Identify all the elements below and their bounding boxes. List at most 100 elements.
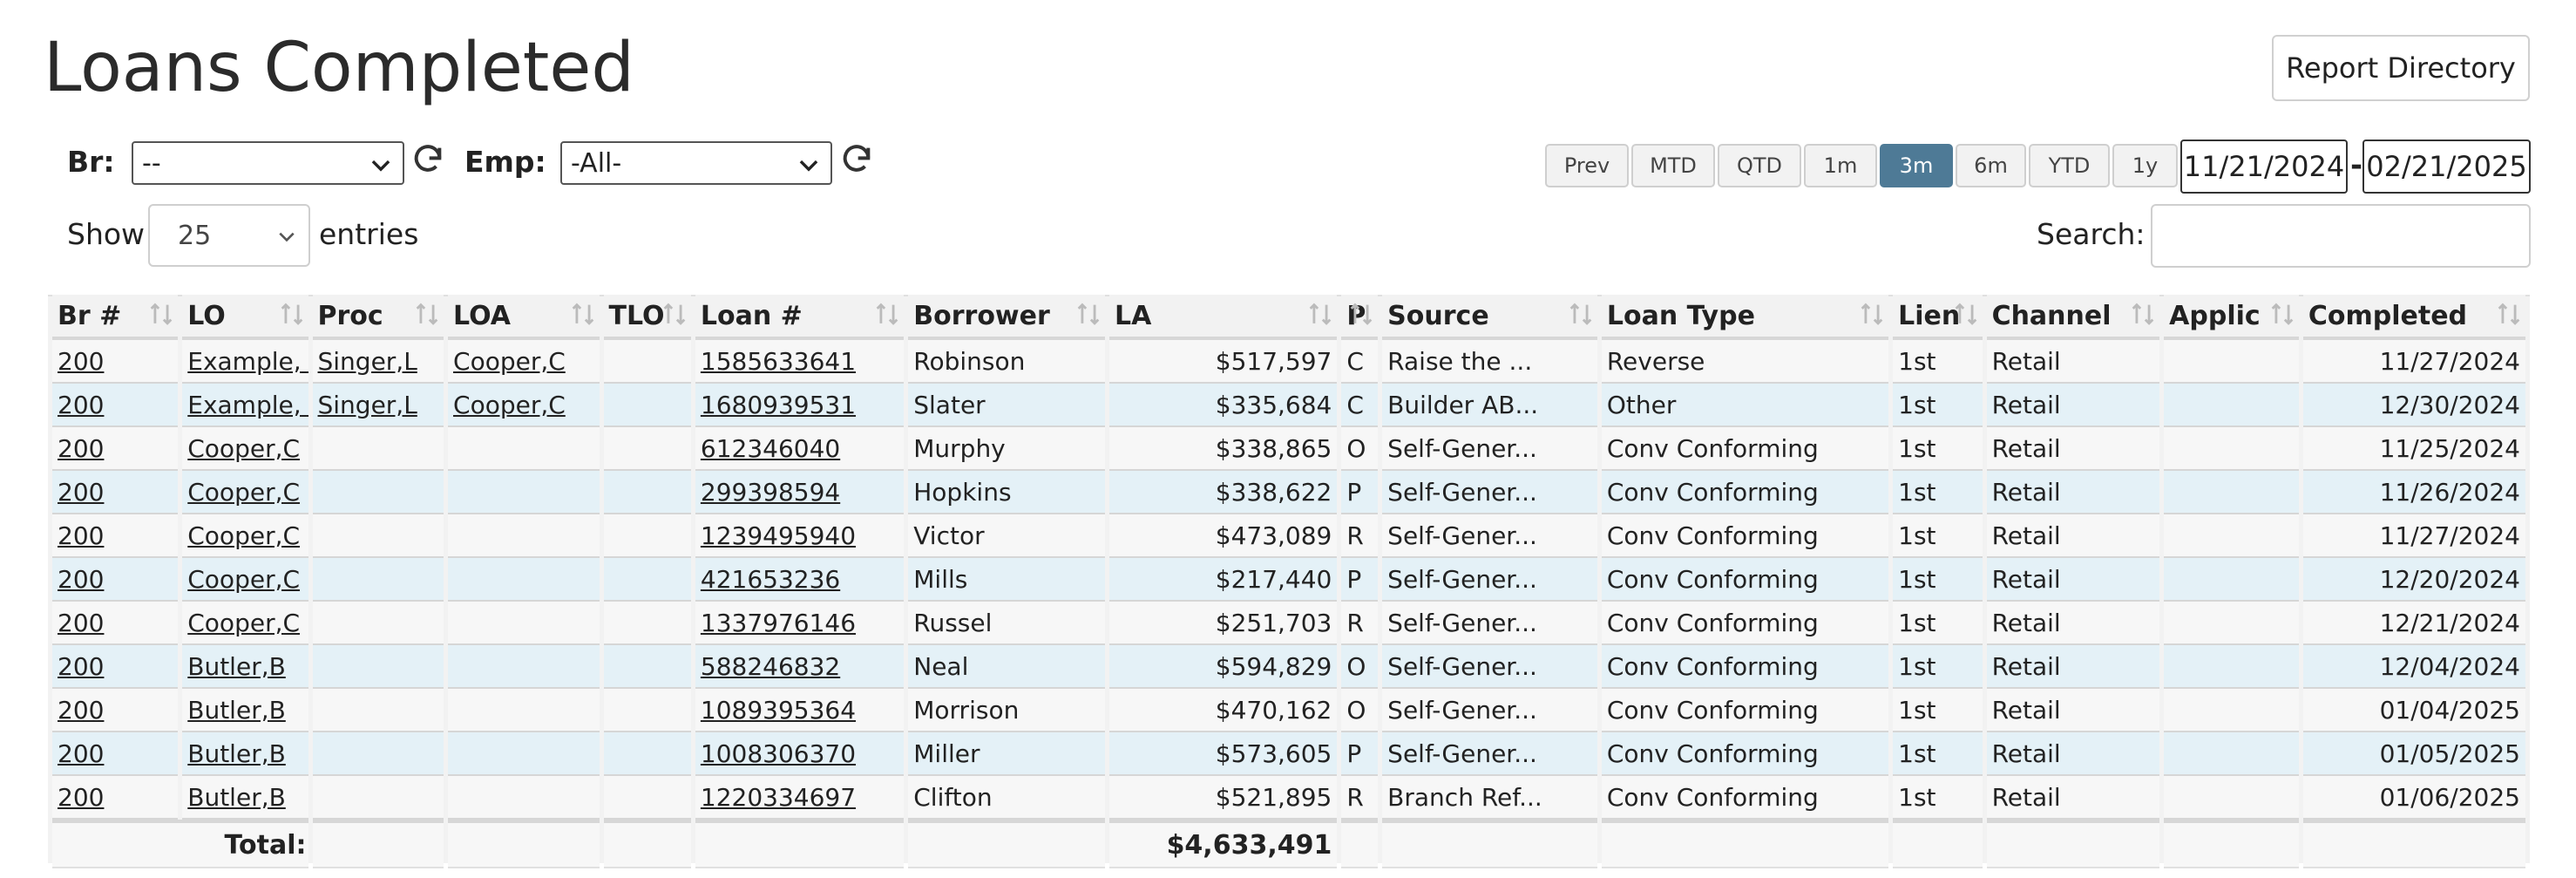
loa-link[interactable]: Cooper,C — [453, 391, 566, 419]
column-header-tlo[interactable]: TLO — [603, 295, 691, 340]
sort-icon[interactable] — [1346, 300, 1376, 330]
loan-number-link[interactable]: 299398594 — [701, 478, 840, 507]
column-header-la[interactable]: LA — [1109, 295, 1338, 340]
br-link[interactable]: 200 — [58, 609, 104, 637]
loan-number-link[interactable]: 1680939531 — [701, 391, 856, 419]
column-header-loan-number[interactable]: Loan # — [695, 295, 905, 340]
lo-link[interactable]: Cooper,C — [187, 565, 300, 594]
br-link[interactable]: 200 — [58, 783, 104, 812]
column-header-p[interactable]: P — [1341, 295, 1379, 340]
br-link[interactable]: 200 — [58, 521, 104, 550]
br-link[interactable]: 200 — [58, 652, 104, 681]
br-link[interactable]: 200 — [58, 347, 104, 376]
sort-icon[interactable] — [146, 300, 176, 330]
cell-lo[interactable]: Butler,B — [182, 732, 308, 776]
loan-number-link[interactable]: 1239495940 — [701, 521, 856, 550]
end-date-input[interactable]: 02/21/2025 — [2362, 140, 2531, 194]
lo-link[interactable]: Example, A — [187, 391, 308, 419]
cell-br[interactable]: 200 — [52, 514, 179, 558]
br-link[interactable]: 200 — [58, 696, 104, 725]
lo-link[interactable]: Cooper,C — [187, 434, 300, 463]
refresh-icon[interactable] — [839, 142, 874, 177]
cell-loan-number[interactable]: 1680939531 — [695, 384, 905, 427]
column-header-lien[interactable]: Lien — [1893, 295, 1983, 340]
lo-link[interactable]: Butler,B — [187, 652, 286, 681]
period-1y-button[interactable]: 1y — [2112, 144, 2178, 187]
period-qtd-button[interactable]: QTD — [1718, 144, 1801, 187]
cell-br[interactable]: 200 — [52, 645, 179, 689]
cell-lo[interactable]: Cooper,C — [182, 427, 308, 471]
cell-br[interactable]: 200 — [52, 602, 179, 645]
loan-number-link[interactable]: 1089395364 — [701, 696, 856, 725]
sort-icon[interactable] — [2268, 300, 2297, 330]
refresh-icon[interactable] — [410, 142, 445, 177]
cell-lo[interactable]: Butler,B — [182, 689, 308, 732]
sort-icon[interactable] — [568, 300, 598, 330]
column-header-loa[interactable]: LOA — [448, 295, 600, 340]
cell-loan-number[interactable]: 421653236 — [695, 558, 905, 602]
column-header-source[interactable]: Source — [1382, 295, 1597, 340]
column-header-proc[interactable]: Proc — [312, 295, 444, 340]
cell-loan-number[interactable]: 299398594 — [695, 471, 905, 514]
br-link[interactable]: 200 — [58, 478, 104, 507]
cell-br[interactable]: 200 — [52, 471, 179, 514]
start-date-input[interactable]: 11/21/2024 — [2180, 140, 2348, 194]
sort-icon[interactable] — [1566, 300, 1596, 330]
column-header-applic[interactable]: Applic — [2164, 295, 2299, 340]
lo-link[interactable]: Cooper,C — [187, 521, 300, 550]
proc-link[interactable]: Singer,L — [318, 391, 417, 419]
branch-select[interactable]: -- — [132, 141, 404, 185]
entries-select[interactable]: 25 — [148, 204, 310, 267]
cell-loan-number[interactable]: 1089395364 — [695, 689, 905, 732]
lo-link[interactable]: Butler,B — [187, 783, 286, 812]
cell-loan-number[interactable]: 1008306370 — [695, 732, 905, 776]
column-header-completed[interactable]: Completed — [2302, 295, 2525, 340]
sort-icon[interactable] — [660, 300, 689, 330]
loan-number-link[interactable]: 588246832 — [701, 652, 840, 681]
br-link[interactable]: 200 — [58, 739, 104, 768]
column-header-borrower[interactable]: Borrower — [908, 295, 1106, 340]
loan-number-link[interactable]: 1008306370 — [701, 739, 856, 768]
cell-loa[interactable]: Cooper,C — [448, 340, 600, 384]
cell-lo[interactable]: Example, A — [182, 384, 308, 427]
column-header-br[interactable]: Br # — [52, 295, 179, 340]
lo-link[interactable]: Butler,B — [187, 739, 286, 768]
lo-link[interactable]: Butler,B — [187, 696, 286, 725]
br-link[interactable]: 200 — [58, 391, 104, 419]
cell-loan-number[interactable]: 1239495940 — [695, 514, 905, 558]
cell-loan-number[interactable]: 612346040 — [695, 427, 905, 471]
sort-icon[interactable] — [1305, 300, 1335, 330]
period-prev-button[interactable]: Prev — [1545, 144, 1629, 187]
loan-number-link[interactable]: 421653236 — [701, 565, 840, 594]
cell-br[interactable]: 200 — [52, 689, 179, 732]
cell-lo[interactable]: Butler,B — [182, 776, 308, 820]
column-header-channel[interactable]: Channel — [1986, 295, 2160, 340]
period-1m-button[interactable]: 1m — [1804, 144, 1877, 187]
cell-lo[interactable]: Butler,B — [182, 645, 308, 689]
cell-lo[interactable]: Example, A — [182, 340, 308, 384]
loan-number-link[interactable]: 1220334697 — [701, 783, 856, 812]
column-header-lo[interactable]: LO — [182, 295, 308, 340]
cell-loan-number[interactable]: 588246832 — [695, 645, 905, 689]
cell-loa[interactable]: Cooper,C — [448, 384, 600, 427]
period-6m-button[interactable]: 6m — [1956, 144, 2026, 187]
cell-br[interactable]: 200 — [52, 384, 179, 427]
cell-lo[interactable]: Cooper,C — [182, 514, 308, 558]
loa-link[interactable]: Cooper,C — [453, 347, 566, 376]
cell-proc[interactable]: Singer,L — [312, 340, 444, 384]
br-link[interactable]: 200 — [58, 565, 104, 594]
lo-link[interactable]: Cooper,C — [187, 609, 300, 637]
sort-icon[interactable] — [2494, 300, 2524, 330]
loan-number-link[interactable]: 1585633641 — [701, 347, 856, 376]
loan-number-link[interactable]: 612346040 — [701, 434, 840, 463]
cell-br[interactable]: 200 — [52, 732, 179, 776]
employee-select[interactable]: -All- — [560, 141, 832, 185]
cell-br[interactable]: 200 — [52, 558, 179, 602]
sort-icon[interactable] — [872, 300, 902, 330]
lo-link[interactable]: Example, A — [187, 347, 308, 376]
sort-icon[interactable] — [277, 300, 307, 330]
cell-lo[interactable]: Cooper,C — [182, 602, 308, 645]
cell-br[interactable]: 200 — [52, 340, 179, 384]
search-input[interactable] — [2151, 204, 2531, 268]
cell-br[interactable]: 200 — [52, 427, 179, 471]
